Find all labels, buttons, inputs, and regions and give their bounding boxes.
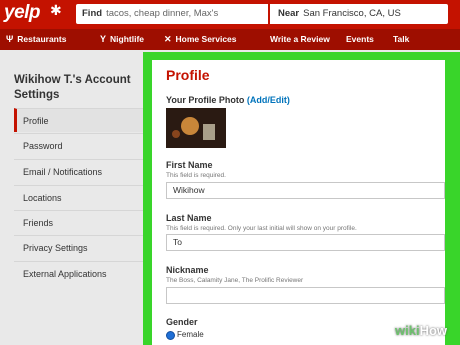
sidebar-title: Wikihow T.'s Account Settings — [14, 74, 131, 101]
nav-talk[interactable]: Talk — [393, 29, 409, 50]
profile-panel: Profile Your Profile Photo (Add/Edit) Fi… — [152, 60, 445, 345]
find-label: Find — [82, 8, 103, 19]
nav-label: Talk — [393, 34, 410, 44]
near-location-input[interactable]: Near San Francisco, CA, US — [270, 4, 448, 24]
last-name-help: This field is required. Only your last i… — [166, 225, 357, 232]
first-name-label: First Name — [166, 160, 213, 170]
watermark-part2: How — [419, 323, 448, 338]
watermark-part1: wiki — [395, 323, 420, 338]
fork-knife-icon: Ψ — [6, 34, 14, 44]
photo-light — [181, 117, 199, 135]
gender-radio-female[interactable] — [166, 331, 175, 340]
first-name-help: This field is required. — [166, 172, 226, 179]
nav-label: Write a Review — [270, 34, 330, 44]
last-name-input[interactable]: To — [166, 234, 445, 251]
category-nav: Ψ Restaurants Y Nightlife ✕ Home Services W… — [0, 29, 460, 50]
top-bar: yelp ✱ Find tacos, cheap dinner, Max's Ne… — [0, 0, 460, 29]
nav-label: Events — [346, 34, 374, 44]
yelp-burst-icon: ✱ — [50, 2, 62, 18]
nav-events[interactable]: Events — [346, 29, 374, 50]
profile-photo[interactable] — [166, 108, 226, 148]
wikihow-watermark: wikiHow — [395, 323, 447, 338]
sidebar-item-locations[interactable]: Locations — [14, 185, 144, 209]
near-value: San Francisco, CA, US — [303, 8, 401, 19]
sidebar-item-password[interactable]: Password — [14, 133, 144, 157]
profile-title: Profile — [166, 67, 210, 83]
nav-label: Nightlife — [110, 34, 145, 44]
first-name-input[interactable]: Wikihow — [166, 182, 445, 199]
sidebar-item-friends[interactable]: Friends — [14, 210, 144, 234]
cocktail-icon: Y — [100, 34, 107, 44]
add-edit-photo-link[interactable]: (Add/Edit) — [247, 95, 290, 105]
photo-light — [172, 130, 180, 138]
photo-label-text: Your Profile Photo — [166, 95, 245, 105]
photo-glass — [203, 124, 215, 140]
nickname-input[interactable] — [166, 287, 445, 304]
sidebar-item-profile[interactable]: Profile — [14, 108, 144, 132]
sidebar-item-privacy-settings[interactable]: Privacy Settings — [14, 235, 144, 259]
nav-write-review[interactable]: Write a Review — [270, 29, 330, 50]
nickname-help: The Boss, Calamity Jane, The Prolific Re… — [166, 277, 304, 284]
nav-home-services[interactable]: ✕ Home Services — [164, 29, 237, 50]
sidebar-item-external-applications[interactable]: External Applications — [14, 261, 144, 285]
gender-label: Gender — [166, 317, 198, 327]
last-name-label: Last Name — [166, 213, 212, 223]
nav-label: Home Services — [175, 34, 237, 44]
yelp-logo[interactable]: yelp — [4, 2, 41, 24]
sidebar-item-email-notifications[interactable]: Email / Notifications — [14, 159, 144, 183]
nav-restaurants[interactable]: Ψ Restaurants — [6, 29, 66, 50]
tools-icon: ✕ — [164, 34, 172, 44]
gender-option-label: Female — [177, 330, 204, 339]
nickname-label: Nickname — [166, 265, 209, 275]
find-search-input[interactable]: Find tacos, cheap dinner, Max's — [76, 4, 268, 24]
nav-label: Restaurants — [17, 34, 67, 44]
near-label: Near — [278, 8, 300, 19]
find-placeholder: tacos, cheap dinner, Max's — [106, 8, 219, 19]
nav-nightlife[interactable]: Y Nightlife — [100, 29, 144, 50]
profile-photo-label: Your Profile Photo (Add/Edit) — [166, 95, 290, 105]
